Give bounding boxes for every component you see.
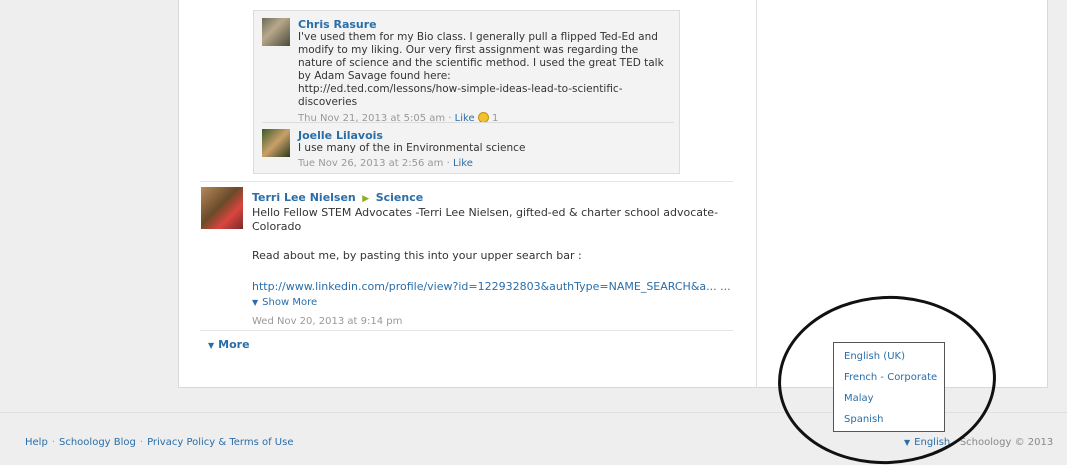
comment-author[interactable]: Joelle Lilavois [298,129,674,142]
post-divider [200,181,733,182]
post-link[interactable]: http://www.linkedin.com/profile/view?id=… [252,280,742,294]
post-date: Wed Nov 20, 2013 at 9:14 pm [252,316,403,327]
privacy-link[interactable]: Privacy Policy & Terms of Use [147,437,293,448]
comment-divider [262,122,674,123]
comment-link[interactable]: http://ed.ted.com/lessons/how-simple-ide… [298,83,674,109]
post-group[interactable]: Science [376,191,424,204]
avatar[interactable] [262,129,290,157]
post-text: Hello Fellow STEM Advocates -Terri Lee N… [252,206,719,233]
post: Terri Lee Nielsen ▶ Science Hello Fellow… [252,191,742,327]
show-more-link[interactable]: ▼ Show More [252,297,742,308]
blog-link[interactable]: Schoology Blog [59,437,136,448]
avatar[interactable] [262,18,290,46]
more-button[interactable]: ▼ More [208,338,250,351]
comment-text: I use many of the in Environmental scien… [298,142,526,154]
comment-author[interactable]: Chris Rasure [298,18,674,31]
chevron-down-icon: ▼ [252,298,259,307]
help-link[interactable]: Help [25,437,48,448]
copyright: Schoology © 2013 [959,437,1054,448]
avatar[interactable] [201,187,243,229]
like-link[interactable]: Like [453,158,473,169]
comment-text: I've used them for my Bio class. I gener… [298,31,664,82]
comment-date: Tue Nov 26, 2013 at 2:56 am [298,158,444,169]
post-header: Terri Lee Nielsen ▶ Science [252,191,742,206]
comment-meta: Tue Nov 26, 2013 at 2:56 am · Like [298,158,473,169]
post-author[interactable]: Terri Lee Nielsen [252,191,356,204]
footer-links: Help · Schoology Blog · Privacy Policy & Ter… [25,437,294,448]
comments-box: Chris Rasure I've used them for my Bio c… [253,10,680,174]
arrow-right-icon: ▶ [362,194,370,204]
post-divider [200,330,733,331]
right-column-divider [756,0,757,388]
chevron-down-icon: ▼ [208,341,215,350]
post-text: Read about me, by pasting this into your… [252,249,582,262]
